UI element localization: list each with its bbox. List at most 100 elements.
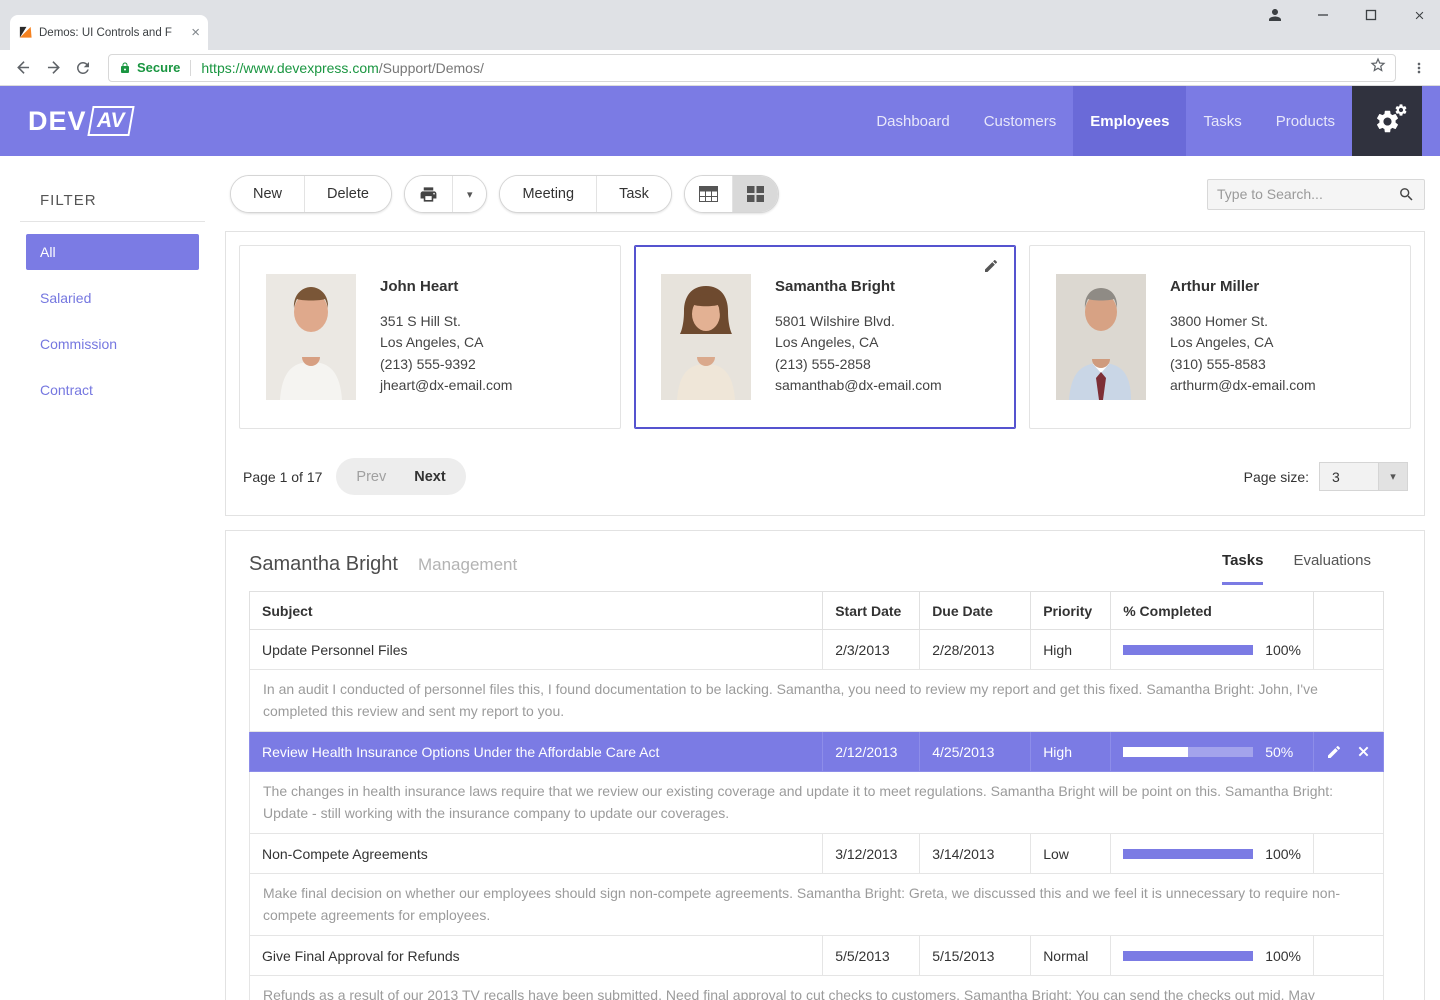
task-note: Refunds as a result of our 2013 TV recal… bbox=[250, 976, 1384, 1000]
url-text-path: /Support/Demos/ bbox=[379, 60, 484, 76]
column-header-start-date[interactable]: Start Date bbox=[823, 592, 920, 630]
reload-icon[interactable] bbox=[68, 53, 98, 83]
progress-label: 100% bbox=[1265, 948, 1301, 964]
employee-address2: Los Angeles, CA bbox=[775, 332, 942, 354]
column-header-priority[interactable]: Priority bbox=[1031, 592, 1111, 630]
column-header-due-date[interactable]: Due Date bbox=[920, 592, 1031, 630]
window-minimize-icon[interactable] bbox=[1314, 6, 1332, 24]
task-row[interactable]: Update Personnel Files 2/3/2013 2/28/201… bbox=[250, 630, 1384, 670]
meeting-button[interactable]: Meeting bbox=[500, 176, 596, 212]
card-view-icon bbox=[747, 186, 764, 202]
tab-title: Demos: UI Controls and F bbox=[39, 27, 185, 39]
prev-page-button[interactable]: Prev bbox=[342, 469, 400, 485]
task-subject: Give Final Approval for Refunds bbox=[250, 936, 823, 976]
task-actions bbox=[1314, 936, 1384, 976]
settings-gear-button[interactable] bbox=[1352, 86, 1422, 156]
filter-item-contract[interactable]: Contract bbox=[26, 372, 199, 408]
tab-evaluations[interactable]: Evaluations bbox=[1293, 552, 1371, 585]
employees-card-panel: John Heart 351 S Hill St. Los Angeles, C… bbox=[225, 231, 1425, 516]
edit-pencil-icon[interactable] bbox=[983, 258, 999, 279]
task-note: Make final decision on whether our emplo… bbox=[250, 874, 1384, 936]
task-subject: Review Health Insurance Options Under th… bbox=[250, 732, 823, 772]
progress-bar bbox=[1123, 645, 1253, 655]
delete-button[interactable]: Delete bbox=[304, 176, 391, 212]
task-due-date: 5/15/2013 bbox=[920, 936, 1031, 976]
task-row[interactable]: Non-Compete Agreements 3/12/2013 3/14/20… bbox=[250, 834, 1384, 874]
progress-bar bbox=[1123, 849, 1253, 859]
search-box bbox=[1207, 179, 1425, 210]
tab-close-icon[interactable]: × bbox=[191, 25, 200, 40]
window-close-icon[interactable] bbox=[1410, 6, 1428, 24]
employee-phone: (213) 555-9392 bbox=[380, 354, 512, 376]
profile-icon[interactable] bbox=[1266, 6, 1284, 24]
table-view-button[interactable] bbox=[685, 176, 732, 212]
employee-email: arthurm@dx-email.com bbox=[1170, 375, 1316, 397]
nav-item-tasks[interactable]: Tasks bbox=[1186, 86, 1258, 156]
print-dropdown-button[interactable]: ▾ bbox=[452, 176, 487, 212]
search-icon[interactable] bbox=[1398, 186, 1415, 203]
new-button[interactable]: New bbox=[231, 176, 304, 212]
pager-buttons: Prev Next bbox=[336, 458, 465, 495]
nav-item-employees[interactable]: Employees bbox=[1073, 86, 1186, 156]
employee-card-arthur-miller[interactable]: Arthur Miller 3800 Homer St. Los Angeles… bbox=[1029, 245, 1411, 429]
browser-tab[interactable]: Demos: UI Controls and F × bbox=[10, 15, 208, 50]
employee-card-samantha-bright[interactable]: Samantha Bright 5801 Wilshire Blvd. Los … bbox=[634, 245, 1016, 429]
chevron-down-icon: ▾ bbox=[467, 188, 473, 201]
page-size-select[interactable]: 3 ▾ bbox=[1319, 462, 1408, 491]
progress-label: 50% bbox=[1265, 744, 1293, 760]
employee-detail-panel: Samantha Bright Management Tasks Evaluat… bbox=[225, 530, 1425, 1000]
task-note: In an audit I conducted of personnel fil… bbox=[250, 670, 1384, 732]
tab-tasks[interactable]: Tasks bbox=[1222, 552, 1263, 585]
employee-name: Arthur Miller bbox=[1170, 278, 1316, 295]
new-delete-group: New Delete bbox=[230, 175, 392, 213]
edit-task-icon[interactable] bbox=[1326, 744, 1342, 760]
nav-item-dashboard[interactable]: Dashboard bbox=[859, 86, 966, 156]
task-button[interactable]: Task bbox=[596, 176, 671, 212]
filter-item-all[interactable]: All bbox=[26, 234, 199, 270]
back-icon[interactable] bbox=[8, 53, 38, 83]
task-actions bbox=[1314, 834, 1384, 874]
browser-tabstrip: Demos: UI Controls and F × bbox=[0, 0, 1440, 50]
employee-card-john-heart[interactable]: John Heart 351 S Hill St. Los Angeles, C… bbox=[239, 245, 621, 429]
card-view-button[interactable] bbox=[732, 176, 778, 212]
task-start-date: 2/3/2013 bbox=[823, 630, 920, 670]
search-input[interactable] bbox=[1217, 186, 1398, 202]
page-size-value: 3 bbox=[1319, 462, 1379, 491]
task-progress: 50% bbox=[1111, 732, 1314, 772]
task-priority: Low bbox=[1031, 834, 1111, 874]
next-page-button[interactable]: Next bbox=[400, 469, 459, 485]
bookmark-star-icon[interactable] bbox=[1369, 56, 1387, 79]
column-header-subject[interactable]: Subject bbox=[250, 592, 823, 630]
nav-item-customers[interactable]: Customers bbox=[967, 86, 1074, 156]
employee-phone: (310) 555-8583 bbox=[1170, 354, 1316, 376]
divider bbox=[20, 221, 205, 222]
chevron-down-icon[interactable]: ▾ bbox=[1379, 462, 1408, 491]
task-due-date: 3/14/2013 bbox=[920, 834, 1031, 874]
browser-menu-icon[interactable] bbox=[1406, 53, 1432, 83]
nav-item-products[interactable]: Products bbox=[1259, 86, 1352, 156]
print-group: ▾ bbox=[404, 175, 488, 213]
print-button[interactable] bbox=[405, 176, 452, 212]
tasks-table: Subject Start Date Due Date Priority % C… bbox=[249, 591, 1384, 1000]
progress-label: 100% bbox=[1265, 642, 1301, 658]
task-row-selected[interactable]: Review Health Insurance Options Under th… bbox=[250, 732, 1384, 772]
task-start-date: 5/5/2013 bbox=[823, 936, 920, 976]
detail-header: Samantha Bright Management Tasks Evaluat… bbox=[226, 531, 1424, 576]
task-row[interactable]: Give Final Approval for Refunds 5/5/2013… bbox=[250, 936, 1384, 976]
url-bar[interactable]: Secure https://www.devexpress.com /Suppo… bbox=[108, 54, 1396, 82]
column-header-completed[interactable]: % Completed bbox=[1111, 592, 1314, 630]
filter-title: FILTER bbox=[40, 192, 225, 209]
window-maximize-icon[interactable] bbox=[1362, 6, 1380, 24]
filter-item-salaried[interactable]: Salaried bbox=[26, 280, 199, 316]
delete-task-icon[interactable] bbox=[1356, 744, 1371, 759]
employee-address1: 351 S Hill St. bbox=[380, 311, 512, 333]
filter-item-commission[interactable]: Commission bbox=[26, 326, 199, 362]
main-nav: Dashboard Customers Employees Tasks Prod… bbox=[859, 86, 1352, 156]
forward-icon[interactable] bbox=[38, 53, 68, 83]
printer-icon bbox=[419, 185, 438, 204]
secure-badge: Secure bbox=[137, 60, 180, 75]
employee-email: jheart@dx-email.com bbox=[380, 375, 512, 397]
task-subject: Update Personnel Files bbox=[250, 630, 823, 670]
employee-address1: 5801 Wilshire Blvd. bbox=[775, 311, 942, 333]
devav-logo: DEV AV bbox=[28, 86, 131, 156]
